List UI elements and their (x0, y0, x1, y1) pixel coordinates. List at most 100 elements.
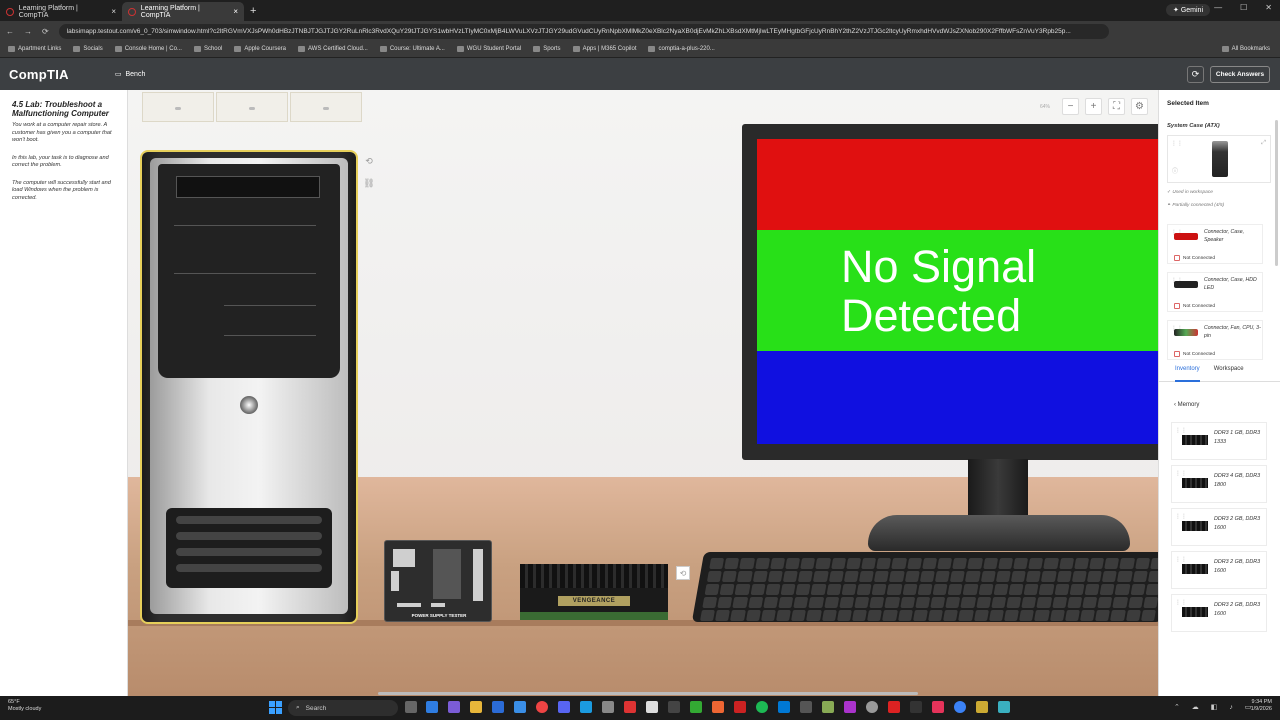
app-icon[interactable] (822, 701, 834, 713)
bookmark-item[interactable]: Course: Ultimate A... (379, 46, 445, 52)
system-tray-icons[interactable]: ⌃ ☁ ◧ ♪ ▭ (1174, 703, 1256, 711)
info-icon[interactable]: ⓘ (1172, 166, 1178, 175)
link-icon[interactable]: ⛓ (362, 176, 376, 190)
gemini-button[interactable]: ✦ Gemini (1166, 4, 1210, 16)
new-tab-button[interactable]: + (250, 5, 256, 17)
terminal-icon[interactable] (800, 701, 812, 713)
app-icon[interactable] (954, 701, 966, 713)
maximize-icon[interactable]: ☐ (1240, 3, 1247, 12)
app-icon[interactable] (690, 701, 702, 713)
inventory-item[interactable]: ⋮⋮ DDR3 4 GB, DDR3 1800 (1171, 465, 1267, 503)
minimize-icon[interactable]: — (1214, 3, 1222, 12)
bookmark-item[interactable]: Console Home | Co... (114, 46, 182, 52)
settings-gear-icon[interactable]: ⚙ (1131, 98, 1148, 115)
bookmark-item[interactable]: Socials (73, 46, 103, 52)
scroll-thumb[interactable] (378, 692, 918, 695)
drag-handle-icon[interactable]: ⋮⋮ (1175, 513, 1187, 520)
drag-handle-icon[interactable]: ⋮⋮ (1175, 556, 1187, 563)
rotate-view-icon[interactable]: ⟲ (362, 154, 376, 168)
bookmark-item[interactable]: AWS Certified Cloud... (298, 46, 368, 52)
address-bar[interactable]: labsimapp.testout.com/v6_0_703/simwindow… (58, 23, 1109, 39)
inventory-item[interactable]: ⋮⋮ DDR3 2 GB, DDR3 1600 (1171, 508, 1267, 546)
photos-icon[interactable] (514, 701, 526, 713)
browser-tab[interactable]: Learning Platform | CompTIA × (0, 2, 122, 21)
fullscreen-icon[interactable]: ⛶ (1108, 98, 1125, 115)
monitor[interactable]: No Signal Detected (742, 124, 1158, 460)
inventory-category[interactable]: ‹ Memory (1174, 402, 1199, 408)
bookmark-item[interactable]: WGU Student Portal (456, 46, 521, 52)
connector-item[interactable]: ⋮⋮ Connector, Fan, CPU, 3-pin Not Connec… (1167, 320, 1263, 360)
drag-handle-icon[interactable]: ⋮⋮ (1175, 470, 1187, 477)
app-icon[interactable] (910, 701, 922, 713)
close-window-icon[interactable]: ✕ (1265, 3, 1272, 12)
taskbar-search[interactable]: ⌕ Search (288, 700, 398, 716)
inventory-item[interactable]: ⋮⋮ DDR3 2 GB, DDR3 1600 (1171, 594, 1267, 632)
forward-icon[interactable]: → (24, 27, 32, 36)
teams-icon[interactable] (448, 701, 460, 713)
spotify-icon[interactable] (756, 701, 768, 713)
power-button[interactable] (240, 396, 258, 414)
inventory-item[interactable]: ⋮⋮ DDR3 1 GB, DDR3 1333 (1171, 422, 1267, 460)
windows-start-icon[interactable] (269, 701, 282, 714)
shelf-slot[interactable] (142, 92, 214, 122)
app-icon[interactable] (602, 701, 614, 713)
app-icon[interactable] (624, 701, 636, 713)
rotate-view-icon[interactable]: ⟲ (676, 566, 690, 580)
app-icon[interactable] (844, 701, 856, 713)
reset-lab-button[interactable]: ⟳ (1187, 66, 1204, 83)
shelf-slot[interactable] (290, 92, 362, 122)
close-tab-icon[interactable]: × (111, 7, 116, 16)
connector-item[interactable]: ⋮⋮ Connector, Case, Speaker Not Connecte… (1167, 224, 1263, 264)
task-view-icon[interactable] (405, 701, 417, 713)
app-icon[interactable] (646, 701, 658, 713)
tab-workspace[interactable]: Workspace (1214, 366, 1244, 381)
system-case[interactable] (142, 152, 356, 622)
reload-icon[interactable]: ⟳ (42, 27, 49, 36)
discord-icon[interactable] (558, 701, 570, 713)
clock[interactable]: 9:34 PM 1/9/2026 (1251, 699, 1272, 713)
file-explorer-icon[interactable] (470, 701, 482, 713)
zoom-in-icon[interactable]: + (1085, 98, 1102, 115)
browser-tab-active[interactable]: Learning Platform | CompTIA × (122, 2, 244, 21)
app-icon[interactable] (866, 701, 878, 713)
app-icon[interactable] (668, 701, 680, 713)
bookmark-item[interactable]: Sports (533, 46, 561, 52)
app-icon[interactable] (998, 701, 1010, 713)
bench-button[interactable]: ▭ Bench (115, 70, 145, 79)
ram-module[interactable]: VENGEANCE (520, 564, 668, 622)
music-icon[interactable] (932, 701, 944, 713)
connector-item[interactable]: ⋮⋮ Connector, Case, HDD LED Not Connecte… (1167, 272, 1263, 312)
drag-handle-icon[interactable]: ⋮⋮ (1175, 427, 1187, 434)
tab-inventory[interactable]: Inventory (1175, 366, 1200, 382)
app-icon[interactable] (976, 701, 988, 713)
bookmark-item[interactable]: Apps | M365 Copilot (572, 46, 636, 52)
chrome-icon[interactable] (536, 701, 548, 713)
bookmark-item[interactable]: Apartment Links (8, 46, 61, 52)
workbench-stage[interactable]: 64% − + ⛶ ⚙ ⟲ ⛓ No Signal Detected POWER… (128, 90, 1158, 696)
outlook-icon[interactable] (492, 701, 504, 713)
vscode-icon[interactable] (778, 701, 790, 713)
bookmark-item[interactable]: Apple Coursera (234, 46, 286, 52)
bookmark-item[interactable]: comptia-a-plus-220... (648, 46, 715, 52)
weather-widget[interactable]: 65°F Mostly cloudy (8, 699, 41, 713)
app-icon[interactable] (712, 701, 724, 713)
all-bookmarks[interactable]: All Bookmarks (1221, 46, 1270, 52)
drag-handle-icon[interactable]: ⋮⋮ (1171, 140, 1183, 147)
check-answers-button[interactable]: Check Answers (1210, 66, 1270, 83)
shelf-slot[interactable] (216, 92, 288, 122)
back-icon[interactable]: ← (6, 27, 14, 36)
app-icon[interactable] (734, 701, 746, 713)
drag-handle-icon[interactable]: ⋮⋮ (1175, 599, 1187, 606)
zoom-out-icon[interactable]: − (1062, 98, 1079, 115)
power-supply-tester[interactable]: POWER SUPPLY TESTER (384, 540, 492, 622)
close-tab-icon[interactable]: × (233, 7, 238, 16)
panel-scrollbar[interactable] (1275, 120, 1278, 266)
selected-item-card[interactable]: ⋮⋮ ⓘ ⤢ (1167, 135, 1271, 183)
inventory-item[interactable]: ⋮⋮ DDR3 2 GB, DDR3 1600 (1171, 551, 1267, 589)
app-icon[interactable] (888, 701, 900, 713)
app-icon[interactable] (580, 701, 592, 713)
keyboard[interactable] (691, 552, 1158, 622)
expand-icon[interactable]: ⤢ (1261, 140, 1266, 147)
copilot-icon[interactable] (426, 701, 438, 713)
bookmark-item[interactable]: School (193, 46, 222, 52)
